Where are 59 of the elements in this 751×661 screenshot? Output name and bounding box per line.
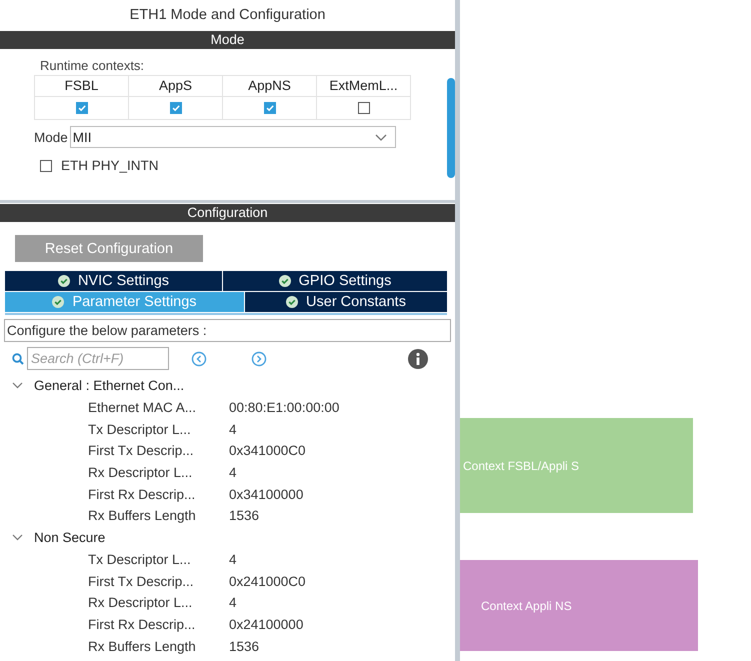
context-name: FSBL xyxy=(35,76,128,97)
parameter-name: Ethernet MAC A... xyxy=(88,400,198,416)
parameter-name: Tx Descriptor L... xyxy=(88,552,192,567)
parameter-name: First Rx Descrip... xyxy=(88,616,196,632)
parameter-value: 0x241000C0 xyxy=(229,574,306,589)
previous-button[interactable] xyxy=(191,350,207,366)
parameter-value: 1536 xyxy=(229,508,260,524)
mode-dropdown[interactable]: MII xyxy=(70,126,396,148)
runtime-label: Runtime contexts: xyxy=(40,58,146,73)
search-field[interactable]: Search (Ctrl+F) xyxy=(27,347,169,370)
parameter-value: 4 xyxy=(229,465,237,480)
info-icon xyxy=(408,348,428,368)
option-label: ETH PHY_INTN xyxy=(61,158,159,173)
parameter-name: Rx Buffers Length xyxy=(88,638,197,654)
parameter-value: 4 xyxy=(229,595,237,610)
parameter-value: 4 xyxy=(229,552,237,567)
parameter-value: 4 xyxy=(229,422,237,437)
context-name: AppS xyxy=(129,76,222,97)
search-icon xyxy=(12,352,24,364)
parameter-name: Rx Descriptor L... xyxy=(88,595,194,610)
check-circle-icon xyxy=(52,296,64,308)
checkbox[interactable] xyxy=(170,102,182,114)
scrollbar-thumb[interactable] xyxy=(447,78,455,178)
tab[interactable]: NVIC Settings xyxy=(5,271,222,291)
parameter-name: First Tx Descrip... xyxy=(88,443,195,458)
chevron-down-icon xyxy=(374,134,387,140)
description-field: Configure the below parameters : xyxy=(4,319,451,342)
parameter-value: 0x34100000 xyxy=(229,486,304,502)
context-name: ExtMemL... xyxy=(317,76,410,97)
parameter-name: Tx Descriptor L... xyxy=(88,422,192,437)
tree-group[interactable]: Non Secure xyxy=(0,526,455,548)
chevron-right-icon xyxy=(251,350,267,366)
check-circle-icon xyxy=(278,275,291,287)
section-header: Mode xyxy=(0,31,455,49)
tab[interactable]: User Constants xyxy=(245,292,447,312)
parameter-name: Rx Descriptor L... xyxy=(88,465,194,480)
tab[interactable]: GPIO Settings xyxy=(223,271,447,291)
next-button[interactable] xyxy=(251,350,267,366)
parameter-value: 00:80:E1:00:00:00 xyxy=(229,400,340,416)
check-circle-icon xyxy=(286,296,298,308)
callout-box: Context Appli NS xyxy=(460,560,698,651)
checkbox[interactable] xyxy=(76,102,88,114)
parameter-name: First Tx Descrip... xyxy=(88,574,195,589)
checkbox[interactable] xyxy=(40,160,52,172)
callout-box: Context FSBL/Appli S xyxy=(460,418,693,513)
mode-label: Mode xyxy=(34,130,68,144)
chevron-left-icon xyxy=(191,350,207,366)
parameter-name: First Rx Descrip... xyxy=(88,486,196,502)
context-name: AppNS xyxy=(223,76,316,97)
checkbox[interactable] xyxy=(264,102,276,114)
panel-title: ETH1 Mode and Configuration xyxy=(128,6,326,25)
check-circle-icon xyxy=(58,275,70,287)
tree-group[interactable]: General : Ethernet Con... xyxy=(0,375,455,397)
parameter-value: 0x24100000 xyxy=(229,616,304,632)
parameter-value: 1536 xyxy=(229,638,260,654)
parameter-name: Rx Buffers Length xyxy=(88,508,197,524)
section-header: Configuration xyxy=(0,204,455,222)
checkbox[interactable] xyxy=(358,102,370,114)
parameter-value: 0x341000C0 xyxy=(229,443,306,458)
